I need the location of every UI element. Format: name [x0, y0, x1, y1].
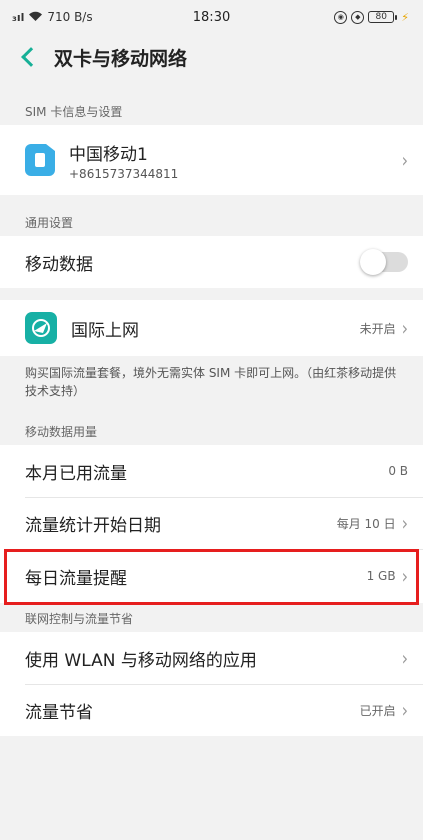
daily-usage-reminder-item[interactable]: 每日流量提醒 1 GB › — [0, 549, 423, 603]
network-speed: 710 B/s — [47, 10, 93, 24]
wlan-mobile-apps-item[interactable]: 使用 WLAN 与移动网络的应用 › — [0, 632, 423, 684]
phone-number: +8615737344811 — [69, 166, 179, 181]
page-title: 双卡与移动网络 — [54, 47, 188, 70]
data-saver-status: 已开启 — [359, 703, 396, 718]
sim-card-icon — [25, 144, 55, 176]
section-label-usage: 移动数据用量 — [25, 425, 98, 439]
sim-card-item[interactable]: 中国移动1 +8615737344811 › — [0, 125, 423, 195]
signal-icon: ₃ıl — [12, 10, 25, 24]
general-group: 移动数据 — [0, 236, 423, 288]
section-label-sim: SIM 卡信息与设置 — [25, 105, 123, 119]
mobile-data-toggle[interactable] — [360, 249, 408, 275]
wifi-icon — [28, 10, 43, 25]
usage-start-date-label: 流量统计开始日期 — [25, 515, 161, 536]
chevron-right-icon: › — [401, 646, 408, 670]
lock-icon: ◆ — [351, 10, 365, 24]
usage-start-date-item[interactable]: 流量统计开始日期 每月 10 日 › — [0, 497, 423, 549]
intl-roaming-item[interactable]: 国际上网 未开启 › — [0, 300, 423, 356]
intl-group: 国际上网 未开启 › — [0, 300, 423, 356]
battery-icon: 80 — [368, 11, 398, 23]
chevron-right-icon: › — [401, 564, 408, 588]
intl-roaming-note: 购买国际流量套餐，境外无需实体 SIM 卡即可上网。（由红茶移动提供技术支持） — [25, 366, 397, 398]
usage-start-date-value: 每月 10 日 — [336, 516, 396, 531]
chevron-right-icon: › — [401, 316, 408, 340]
daily-usage-reminder-label: 每日流量提醒 — [25, 568, 127, 589]
status-bar: ₃ıl 710 B/s ◉ ◆ 80 ⚡ — [0, 0, 423, 34]
battery-level: 80 — [375, 12, 387, 22]
sim-card-group: 中国移动1 +8615737344811 › — [0, 125, 423, 195]
intl-roaming-label: 国际上网 — [71, 320, 139, 341]
usage-group: 本月已用流量 0 B 流量统计开始日期 每月 10 日 › 每日流量提醒 1 G… — [0, 445, 423, 603]
chevron-right-icon: › — [401, 511, 408, 535]
title-bar: 双卡与移动网络 — [0, 34, 423, 80]
daily-usage-reminder-value: 1 GB — [366, 569, 396, 583]
chevron-right-icon: › — [401, 698, 408, 722]
network-group: 使用 WLAN 与移动网络的应用 › 流量节省 已开启 › — [0, 632, 423, 736]
usage-this-month-label: 本月已用流量 — [25, 463, 127, 484]
section-label-network: 联网控制与流量节省 — [25, 612, 134, 626]
section-label-general: 通用设置 — [25, 216, 74, 230]
mobile-data-item[interactable]: 移动数据 — [0, 236, 423, 288]
mobile-data-label: 移动数据 — [25, 254, 93, 275]
back-arrow-icon[interactable] — [21, 47, 41, 67]
sync-icon: ◉ — [334, 10, 348, 24]
usage-this-month-item[interactable]: 本月已用流量 0 B — [0, 445, 423, 497]
usage-this-month-value: 0 B — [388, 464, 408, 478]
wlan-mobile-apps-label: 使用 WLAN 与移动网络的应用 — [25, 650, 257, 671]
intl-roaming-status: 未开启 — [359, 321, 396, 336]
settings-list: SIM 卡信息与设置 中国移动1 +8615737344811 › 通用设置 移… — [0, 80, 423, 736]
globe-plane-icon — [25, 312, 57, 344]
chevron-right-icon: › — [401, 148, 408, 172]
charging-icon: ⚡ — [401, 10, 409, 24]
data-saver-label: 流量节省 — [25, 702, 93, 723]
carrier-name: 中国移动1 — [69, 144, 148, 165]
data-saver-item[interactable]: 流量节省 已开启 › — [0, 684, 423, 736]
